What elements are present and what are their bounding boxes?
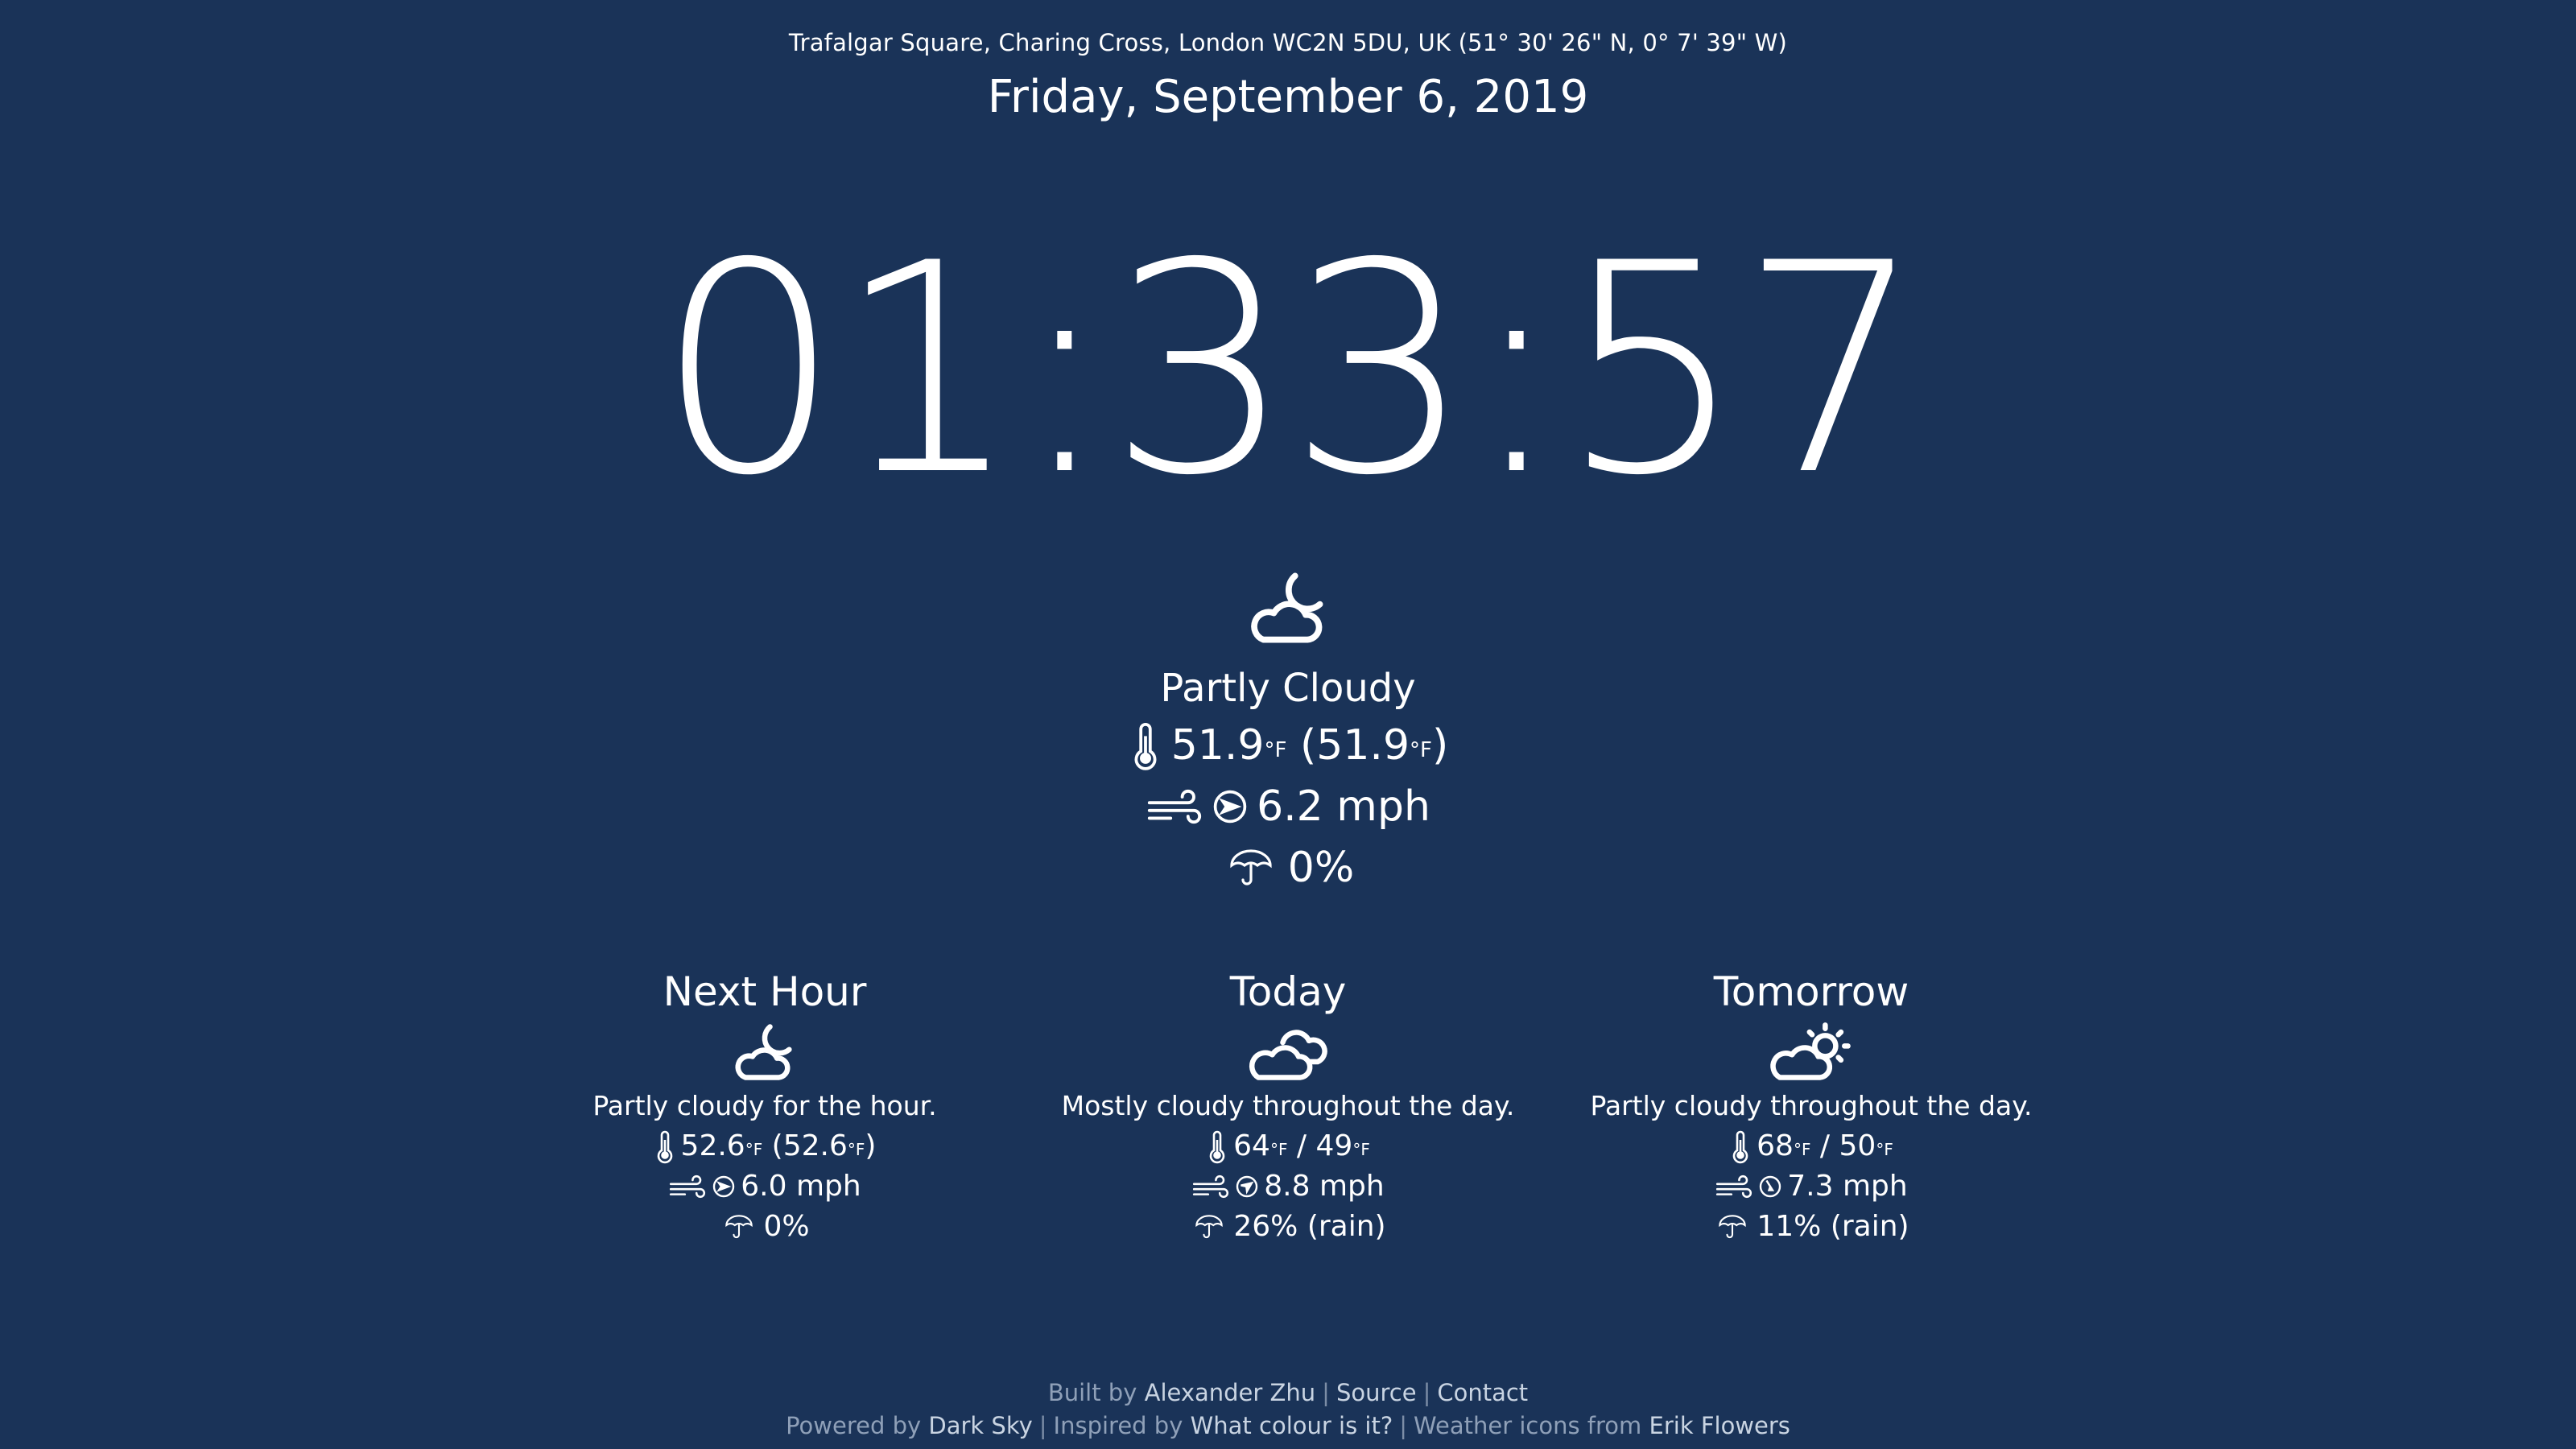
wind-direction-icon	[713, 1175, 735, 1198]
forecast-temp-b: 52.6	[782, 1129, 848, 1162]
forecast-wind: 8.8 mph	[1264, 1170, 1385, 1203]
forecast-title: Tomorrow	[1713, 968, 1909, 1015]
current-summary: Partly Cloudy	[1160, 666, 1416, 711]
footer-separator: |	[1422, 1379, 1431, 1406]
current-temperature-row: 51.9°F (51.9°F)	[0, 715, 2576, 776]
night-partly-cloudy-icon	[735, 1024, 792, 1080]
footer-separator: |	[1322, 1379, 1330, 1406]
current-feels-like-value: 51.9	[1316, 721, 1410, 770]
dark-sky-link[interactable]: Dark Sky	[928, 1412, 1032, 1439]
icons-author-link[interactable]: Erik Flowers	[1649, 1412, 1790, 1439]
clock-display: 01:33:57	[656, 201, 1925, 539]
forecast-section: Next Hour Partly cloudy for the hour. 52…	[0, 962, 2576, 1268]
built-by-prefix: Built by	[1047, 1379, 1137, 1406]
thermometer-icon	[657, 1130, 672, 1164]
date-label: Friday, September 6, 2019	[987, 71, 1589, 123]
night-partly-cloudy-icon	[1251, 572, 1323, 643]
footer-separator: |	[1399, 1412, 1408, 1439]
cloudy-icon	[1249, 1030, 1327, 1080]
icons-prefix: Weather icons from	[1414, 1412, 1642, 1439]
forecast-temp-high: 68	[1757, 1129, 1794, 1162]
forecast-wind-row: 7.3 mph	[1546, 1166, 2077, 1207]
wind-direction-icon	[1760, 1175, 1781, 1198]
footer: Built by Alexander Zhu | Source | Contact Po…	[0, 1377, 2576, 1443]
forecast-temperature-row: 52.6°F (52.6°F)	[499, 1126, 1030, 1166]
forecast-precip: 11% (rain)	[1757, 1210, 1909, 1243]
current-precip-row: 0%	[0, 837, 2576, 898]
wind-icon	[1716, 1174, 1752, 1199]
current-conditions: Partly Cloudy 51.9°F (51.9°F) 6.2 mph 0%	[0, 564, 2576, 898]
wind-icon	[1193, 1174, 1229, 1199]
author-link[interactable]: Alexander Zhu	[1145, 1379, 1316, 1406]
footer-line-1: Built by Alexander Zhu | Source | Contact	[0, 1377, 2576, 1410]
forecast-wind: 6.0 mph	[741, 1170, 861, 1203]
forecast-wind-row: 6.0 mph	[499, 1166, 1030, 1207]
day-partly-cloudy-icon	[1770, 1022, 1851, 1080]
source-link[interactable]: Source	[1336, 1379, 1417, 1406]
umbrella-icon	[1719, 1215, 1747, 1239]
current-wind-speed: 6.2 mph	[1257, 782, 1430, 831]
footer-separator: |	[1038, 1412, 1047, 1439]
wind-icon	[670, 1174, 706, 1199]
powered-by-prefix: Powered by	[786, 1412, 922, 1439]
current-temp-value: 51.9	[1170, 721, 1265, 770]
forecast-today: Today Mostly cloudy throughout the day. …	[1022, 962, 1554, 1247]
forecast-wind-row: 8.8 mph	[1022, 1166, 1554, 1207]
inspired-by-prefix: Inspired by	[1053, 1412, 1183, 1439]
temp-unit: °F	[1264, 738, 1287, 762]
wind-direction-icon	[1213, 790, 1247, 824]
thermometer-icon	[1732, 1130, 1748, 1164]
forecast-next-hour: Next Hour Partly cloudy for the hour. 52…	[499, 962, 1030, 1247]
thermometer-icon	[1134, 723, 1157, 770]
temp-unit: °F	[1352, 1140, 1370, 1159]
forecast-temp-a: 52.6	[680, 1129, 745, 1162]
wind-icon	[1147, 789, 1202, 824]
forecast-precip: 0%	[763, 1210, 810, 1243]
forecast-summary: Partly cloudy throughout the day.	[1590, 1090, 2033, 1121]
temp-unit: °F	[1410, 738, 1433, 762]
current-precip: 0%	[1287, 844, 1355, 892]
footer-line-2: Powered by Dark Sky | Inspired by What col…	[0, 1410, 2576, 1443]
temp-unit: °F	[745, 1140, 763, 1159]
thermometer-icon	[1209, 1130, 1225, 1164]
temp-unit: °F	[1269, 1140, 1288, 1159]
current-wind-row: 6.2 mph	[0, 776, 2576, 837]
contact-link[interactable]: Contact	[1437, 1379, 1528, 1406]
forecast-temperature-row: 64°F / 49°F	[1022, 1126, 1554, 1166]
forecast-wind: 7.3 mph	[1787, 1170, 1908, 1203]
umbrella-icon	[1230, 849, 1272, 886]
inspired-by-link[interactable]: What colour is it?	[1191, 1412, 1393, 1439]
wind-direction-icon	[1236, 1175, 1258, 1198]
forecast-temperature-row: 68°F / 50°F	[1546, 1126, 2077, 1166]
forecast-title: Next Hour	[663, 968, 867, 1015]
temp-unit: °F	[1793, 1140, 1811, 1159]
forecast-summary: Mostly cloudy throughout the day.	[1061, 1090, 1515, 1121]
umbrella-icon	[1195, 1215, 1224, 1239]
forecast-tomorrow: Tomorrow Partly cloudy throughout the da…	[1546, 962, 2077, 1247]
temp-unit: °F	[847, 1140, 865, 1159]
forecast-summary: Partly cloudy for the hour.	[592, 1090, 937, 1121]
forecast-temp-high: 64	[1233, 1129, 1270, 1162]
forecast-precip-row: 26% (rain)	[1022, 1207, 1554, 1247]
temp-unit: °F	[1876, 1140, 1893, 1159]
forecast-temp-low: 49	[1315, 1129, 1353, 1162]
forecast-temp-low: 50	[1839, 1129, 1876, 1162]
umbrella-icon	[725, 1215, 753, 1239]
location-label: Trafalgar Square, Charing Cross, London …	[788, 29, 1788, 56]
forecast-precip: 26% (rain)	[1233, 1210, 1386, 1243]
forecast-precip-row: 0%	[499, 1207, 1030, 1247]
forecast-precip-row: 11% (rain)	[1546, 1207, 2077, 1247]
forecast-title: Today	[1229, 968, 1347, 1015]
